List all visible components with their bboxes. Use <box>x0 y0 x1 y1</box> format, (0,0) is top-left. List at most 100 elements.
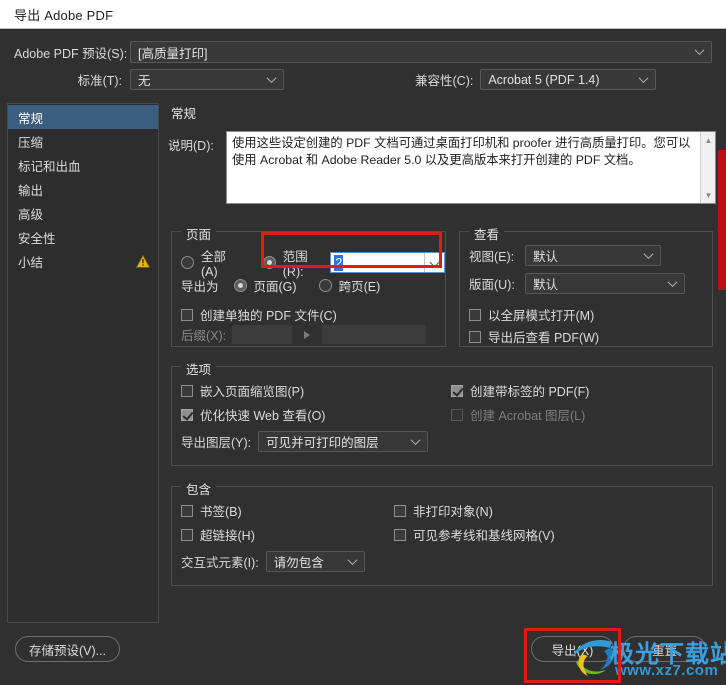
chevron-down-icon[interactable] <box>424 253 444 272</box>
include-group: 包含 书签(B) 超链接(H) 非打印对象(N) 可见参考线和基线网格(V) 交… <box>171 479 713 586</box>
pages-group: 页面 全部(A) 范围(R): 2 导出为 页面(G) 跨页(E) 创建单独的 … <box>171 224 446 347</box>
sidebar-item-label: 小结 <box>18 255 44 270</box>
sidebar-item-compression[interactable]: 压缩 <box>8 129 158 153</box>
preset-value: [高质量打印] <box>138 46 208 61</box>
checkbox-nonprinting-objects-label: 非打印对象(N) <box>413 505 493 519</box>
radio-export-spreads-label: 跨页(E) <box>338 280 381 294</box>
view-label: 视图(E): <box>469 250 515 264</box>
checkbox-icon <box>394 528 406 541</box>
export-layers-dropdown[interactable]: 可见并可打印的图层 <box>258 431 429 452</box>
view-group: 查看 视图(E): 默认 版面(U): 默认 以全屏模式打开(M) 导出后查看 … <box>459 224 713 347</box>
checkbox-create-tagged-pdf[interactable]: 创建带标签的 PDF(F) <box>451 381 589 400</box>
radio-icon <box>318 279 332 292</box>
chevron-down-icon <box>669 278 678 287</box>
pages-group-title: 页面 <box>181 224 217 243</box>
chevron-down-icon <box>349 556 358 565</box>
checkbox-icon <box>181 384 193 397</box>
checkbox-visible-guides-grids-label: 可见参考线和基线网格(V) <box>413 529 555 543</box>
description-text: 使用这些设定创建的 PDF 文档可通过桌面打印机和 proofer 进行高质量打… <box>232 136 691 167</box>
checkbox-create-separate-pdf-label: 创建单独的 PDF 文件(C) <box>200 309 337 323</box>
checkbox-visible-guides-grids[interactable]: 可见参考线和基线网格(V) <box>394 525 555 544</box>
sidebar-item-label: 输出 <box>18 183 44 198</box>
description-scrollbar[interactable]: ▲ ▼ <box>700 132 715 203</box>
radio-icon <box>262 256 276 269</box>
page-range-input[interactable]: 2 <box>330 252 445 273</box>
compatibility-dropdown[interactable]: Acrobat 5 (PDF 1.4) <box>480 69 657 90</box>
pane-title: 常规 <box>171 107 197 121</box>
warning-triangle-icon <box>136 254 150 268</box>
checkbox-open-fullscreen-label: 以全屏模式打开(M) <box>488 309 595 323</box>
save-preset-button[interactable]: 存储预设(V)... <box>15 636 120 662</box>
description-row: 说明(D): 使用这些设定创建的 PDF 文档可通过桌面打印机和 proofer… <box>168 131 716 204</box>
sidebar-item-general[interactable]: 常规 <box>8 105 158 129</box>
export-adobe-pdf-dialog: 导出 Adobe PDF Adobe PDF 预设(S): [高质量打印] 标准… <box>0 0 726 685</box>
view-group-title: 查看 <box>469 224 505 243</box>
sidebar-item-output[interactable]: 输出 <box>8 177 158 201</box>
checkbox-create-tagged-pdf-label: 创建带标签的 PDF(F) <box>470 385 590 399</box>
checkbox-hyperlinks[interactable]: 超链接(H) <box>181 525 255 544</box>
checkbox-view-pdf-after-export[interactable]: 导出后查看 PDF(W) <box>469 327 599 346</box>
compatibility-label: 兼容性(C): <box>415 74 474 88</box>
radio-all-pages[interactable]: 全部(A) <box>181 246 239 279</box>
checkbox-icon <box>469 330 481 343</box>
scroll-up-icon[interactable]: ▲ <box>701 133 715 147</box>
radio-export-spreads[interactable]: 跨页(E) <box>318 276 381 295</box>
sidebar-item-label: 常规 <box>18 111 44 126</box>
standard-label: 标准(T): <box>77 74 122 88</box>
checkbox-create-separate-pdf[interactable]: 创建单独的 PDF 文件(C) <box>181 305 337 324</box>
standard-value: 无 <box>138 74 151 88</box>
radio-range-label: 范围(R): <box>282 250 308 279</box>
checkbox-nonprinting-objects[interactable]: 非打印对象(N) <box>394 501 493 520</box>
interactive-elements-dropdown[interactable]: 请勿包含 <box>265 551 365 572</box>
standard-compat-row: 标准(T): 无 兼容性(C): Acrobat 5 (PDF 1.4) <box>14 69 712 90</box>
settings-sidebar[interactable]: 常规 压缩 标记和出血 输出 高级 安全性 小结 <box>7 103 159 623</box>
chevron-down-icon <box>696 47 705 56</box>
sidebar-item-label: 标记和出血 <box>18 159 81 174</box>
reset-button[interactable]: 重置 <box>623 636 706 662</box>
sidebar-item-label: 安全性 <box>18 231 56 246</box>
arrow-right-icon <box>304 330 311 339</box>
standard-dropdown[interactable]: 无 <box>130 69 284 90</box>
export-as-label: 导出为 <box>181 280 219 294</box>
view-dropdown[interactable]: 默认 <box>525 245 661 266</box>
checkbox-bookmarks-label: 书签(B) <box>200 505 242 519</box>
checkbox-icon <box>451 384 463 397</box>
layout-dropdown[interactable]: 默认 <box>525 273 685 294</box>
layout-label: 版面(U): <box>469 278 515 292</box>
radio-all-pages-label: 全部(A) <box>201 250 227 279</box>
chevron-down-icon <box>412 436 421 445</box>
sidebar-item-security[interactable]: 安全性 <box>8 225 158 249</box>
sidebar-item-marks-bleeds[interactable]: 标记和出血 <box>8 153 158 177</box>
watermark-url: www.xz7.com <box>615 662 719 679</box>
export-button[interactable]: 导出(X) <box>531 636 614 662</box>
compatibility-value: Acrobat 5 (PDF 1.4) <box>488 72 600 87</box>
preset-dropdown[interactable]: [高质量打印] <box>130 41 712 63</box>
checkbox-create-acrobat-layers-label: 创建 Acrobat 图层(L) <box>470 409 586 423</box>
radio-export-pages[interactable]: 页面(G) <box>233 276 297 295</box>
description-label: 说明(D): <box>168 139 214 153</box>
general-settings-pane: 常规 说明(D): 使用这些设定创建的 PDF 文档可通过桌面打印机和 proo… <box>168 103 716 623</box>
radio-export-pages-label: 页面(G) <box>253 280 297 294</box>
radio-icon <box>181 256 194 269</box>
radio-range[interactable]: 范围(R): <box>262 246 325 279</box>
sidebar-item-summary[interactable]: 小结 <box>8 249 158 273</box>
checkbox-optimize-web-label: 优化快速 Web 查看(O) <box>200 409 326 423</box>
dialog-title: 导出 Adobe PDF <box>14 7 114 23</box>
suffix-input-2[interactable] <box>322 325 427 344</box>
checkbox-open-fullscreen[interactable]: 以全屏模式打开(M) <box>469 305 594 324</box>
checkbox-icon <box>451 408 463 421</box>
checkbox-optimize-web[interactable]: 优化快速 Web 查看(O) <box>181 405 325 424</box>
checkbox-icon <box>181 408 193 421</box>
save-preset-label: 存储预设(V)... <box>28 643 107 658</box>
checkbox-icon <box>181 528 193 541</box>
checkbox-create-acrobat-layers: 创建 Acrobat 图层(L) <box>451 405 585 424</box>
sidebar-item-advanced[interactable]: 高级 <box>8 201 158 225</box>
description-textarea[interactable]: 使用这些设定创建的 PDF 文档可通过桌面打印机和 proofer 进行高质量打… <box>226 131 716 204</box>
checkbox-embed-thumbnails[interactable]: 嵌入页面缩览图(P) <box>181 381 304 400</box>
scroll-down-icon[interactable]: ▼ <box>701 188 715 202</box>
chevron-down-icon <box>645 250 654 259</box>
suffix-label: 后缀(X): <box>181 329 227 343</box>
checkbox-bookmarks[interactable]: 书签(B) <box>181 501 242 520</box>
suffix-input-1[interactable] <box>232 325 293 344</box>
options-group: 选项 嵌入页面缩览图(P) 优化快速 Web 查看(O) 创建带标签的 PDF(… <box>171 359 713 466</box>
